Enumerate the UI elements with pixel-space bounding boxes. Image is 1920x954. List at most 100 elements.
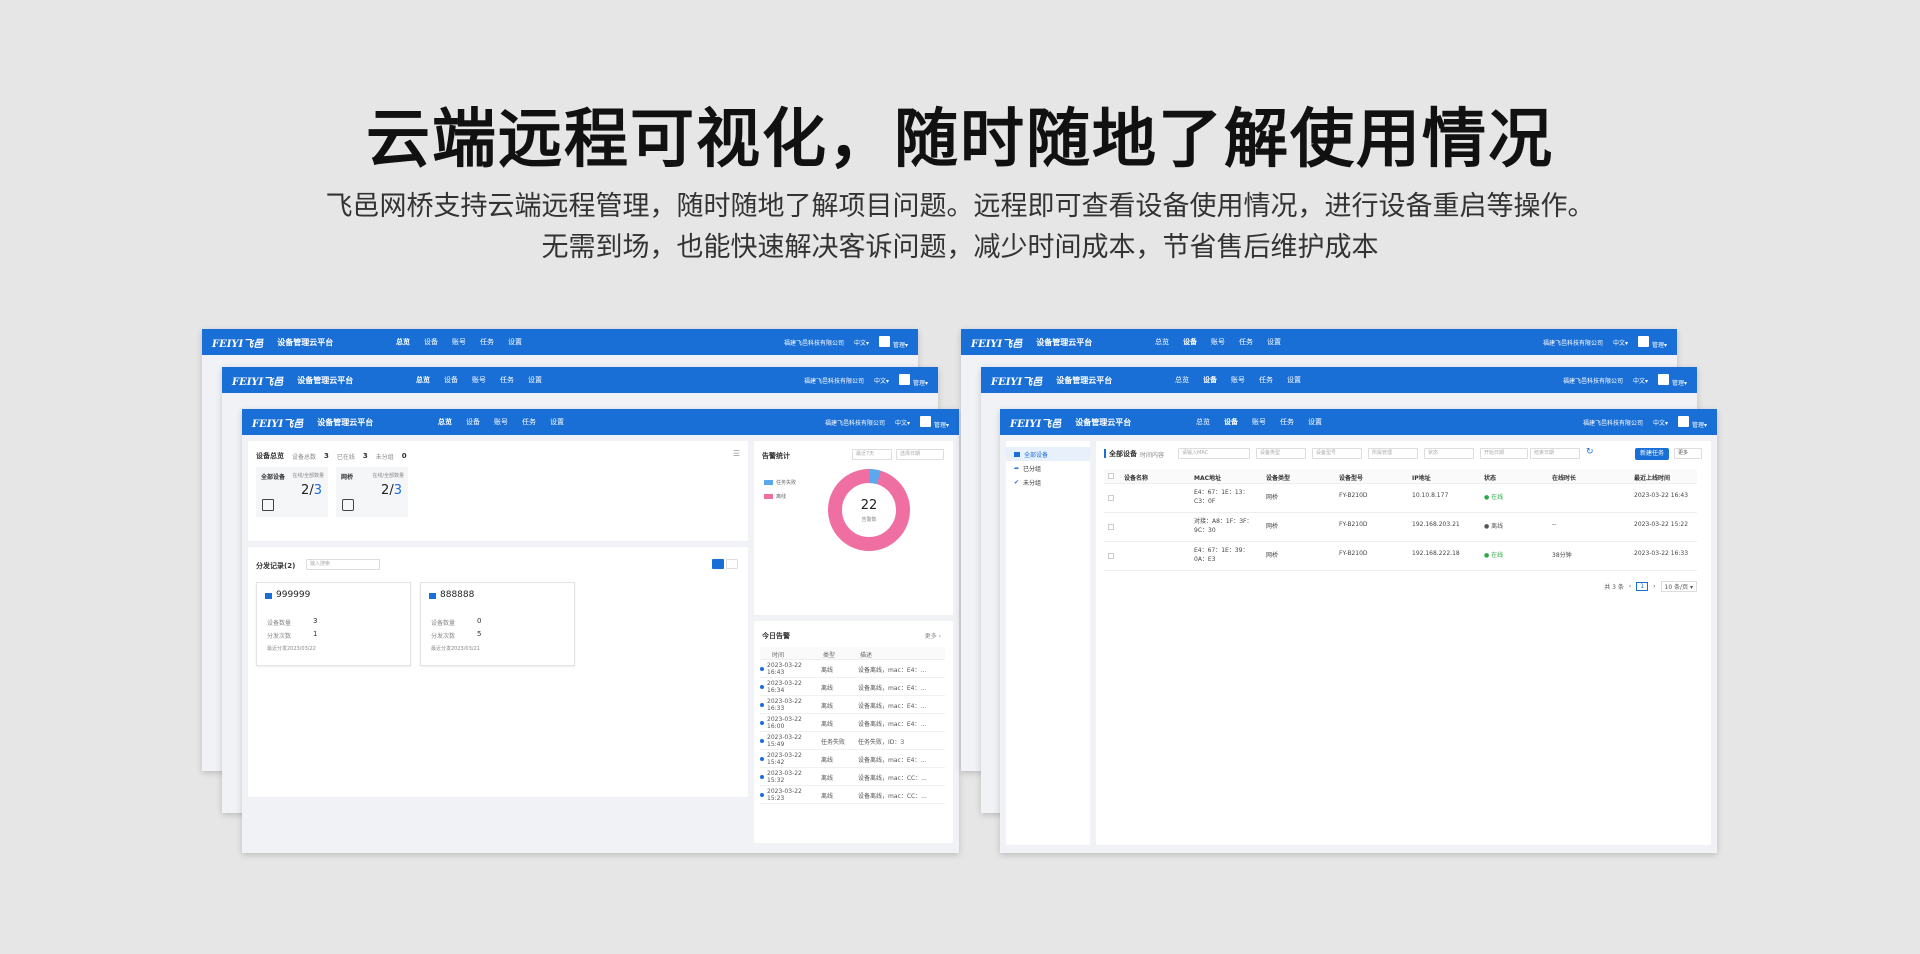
nav-overview[interactable]: 总览 (1196, 417, 1210, 427)
nav-accounts[interactable]: 账号 (1252, 417, 1266, 427)
mac-search-input[interactable]: 请输入MAC (1178, 448, 1250, 459)
alarm-total: 22 (860, 498, 878, 513)
pager-prev[interactable]: ‹ (1629, 583, 1631, 590)
today-alarms-panel: 今日告警 更多 › 时间 类型 描述 2023-03-22 16:43 离线 设备离… (754, 621, 953, 843)
pager-next[interactable]: › (1653, 583, 1655, 590)
alarm-range-select[interactable]: 最近7天 (852, 449, 892, 460)
nav-devices[interactable]: 设备 (1203, 375, 1217, 385)
nav-accounts[interactable]: 账号 (1211, 337, 1225, 347)
alarm-type: 离线 (821, 702, 834, 710)
device-card-bridge[interactable]: 网桥 在线/全部数量 2/3 (336, 467, 408, 517)
nav-tasks[interactable]: 任务 (1280, 417, 1294, 427)
language-select[interactable]: 中文▾ (854, 338, 869, 347)
alarm-row[interactable]: 2023-03-22 15:23 离线 设备离线，mac：CC：... (760, 787, 945, 804)
language-select[interactable]: 中文▾ (895, 418, 910, 427)
alarm-row[interactable]: 2023-03-22 15:42 离线 设备离线，mac：E4：... (760, 751, 945, 768)
nav-devices[interactable]: 设备 (1224, 417, 1238, 427)
user-menu[interactable]: 管理▾ (1637, 335, 1667, 349)
device-row[interactable]: 对接：A8：1F：3F：9C：30 网桥 FY-B210D 192.168.203.2… (1104, 513, 1697, 542)
row-checkbox[interactable] (1108, 495, 1114, 501)
alarm-date-picker[interactable]: 选择日期 (896, 449, 944, 460)
nav-accounts[interactable]: 账号 (1231, 375, 1245, 385)
check-icon: ✔ (1014, 478, 1020, 486)
user-menu[interactable]: 管理▾ (878, 335, 908, 349)
nav-settings[interactable]: 设置 (1308, 417, 1322, 427)
nav-accounts[interactable]: 账号 (452, 337, 466, 347)
nav-settings[interactable]: 设置 (550, 417, 564, 427)
nav-tasks[interactable]: 任务 (480, 337, 494, 347)
language-select[interactable]: 中文▾ (874, 376, 889, 385)
row-checkbox[interactable] (1108, 553, 1114, 559)
device-model-select[interactable]: 设备型号 (1312, 448, 1362, 459)
tab-all-devices[interactable]: 全部设备 (1109, 449, 1137, 459)
pager-current-page[interactable]: 1 (1636, 582, 1649, 591)
group-name: 888888 (440, 590, 475, 600)
sidebar-item-grouped[interactable]: ➦ 已分组 (1006, 461, 1090, 475)
nav-accounts[interactable]: 账号 (472, 375, 486, 385)
more-button[interactable]: 更多 (1674, 448, 1702, 459)
device-overview-panel: 设备总览 设备总数 3 已在线 3 未分组 0 ☰ 全部设备 在线/全部数量 2/3 … (248, 441, 748, 541)
status-select[interactable]: 状态 (1424, 448, 1474, 459)
alarm-time: 2023-03-22 15:32 (767, 770, 802, 784)
device-ip: 192.168.222.18 (1412, 550, 1460, 557)
nav-overview[interactable]: 总览 (416, 375, 430, 385)
alarm-row[interactable]: 2023-03-22 16:43 离线 设备离线，mac：E4：... (760, 661, 945, 678)
groups-search-input[interactable]: 输入搜索 (306, 559, 380, 570)
alarm-row[interactable]: 2023-03-22 16:33 离线 设备离线，mac：E4：... (760, 697, 945, 714)
sidebar-item-all-devices[interactable]: 全部设备 (1006, 447, 1090, 461)
list-view-button[interactable] (726, 559, 738, 569)
logo: FEIYI飞邑 (212, 338, 264, 350)
user-menu[interactable]: 管理▾ (1677, 415, 1707, 429)
server-icon (262, 499, 274, 511)
alarm-row[interactable]: 2023-03-22 16:00 离线 设备离线，mac：E4：... (760, 715, 945, 732)
refresh-icon[interactable]: ↻ (1586, 447, 1594, 457)
device-row[interactable]: E4：67：1E：39：0A：E3 网桥 FY-B210D 192.168.222.1… (1104, 542, 1697, 571)
nav-settings[interactable]: 设置 (1267, 337, 1281, 347)
user-menu[interactable]: 管理▾ (1657, 373, 1687, 387)
alarm-row[interactable]: 2023-03-22 16:34 离线 设备离线，mac：E4：... (760, 679, 945, 696)
user-menu[interactable]: 管理▾ (919, 415, 949, 429)
nav-overview[interactable]: 总览 (1175, 375, 1189, 385)
language-select[interactable]: 中文▾ (1653, 418, 1668, 427)
pager-size-select[interactable]: 10 条/页 ▾ (1660, 581, 1697, 592)
group-card-2[interactable]: 888888 设备数量 0 分发次数 5 最近分发2023/03/21 (420, 582, 575, 666)
nav-devices[interactable]: 设备 (1183, 337, 1197, 347)
nav-settings[interactable]: 设置 (528, 375, 542, 385)
device-type-select[interactable]: 设备类型 (1256, 448, 1306, 459)
list-icon[interactable]: ☰ (733, 449, 740, 458)
select-all-checkbox[interactable] (1108, 473, 1114, 479)
nav-tasks[interactable]: 任务 (1239, 337, 1253, 347)
alarm-row[interactable]: 2023-03-22 15:32 离线 设备离线，mac：CC：... (760, 769, 945, 786)
user-label: 管理▾ (1671, 379, 1687, 387)
nav-overview[interactable]: 总览 (438, 417, 452, 427)
nav-devices[interactable]: 设备 (424, 337, 438, 347)
group-card-1[interactable]: 999999 设备数量 3 分发次数 1 最近分发2023/03/22 (256, 582, 411, 666)
nav-tasks[interactable]: 任务 (522, 417, 536, 427)
group-dist-count: 1 (313, 630, 318, 638)
nav-settings[interactable]: 设置 (508, 337, 522, 347)
device-card-all[interactable]: 全部设备 在线/全部数量 2/3 (256, 467, 328, 517)
language-select[interactable]: 中文▾ (1613, 338, 1628, 347)
nav-devices[interactable]: 设备 (466, 417, 480, 427)
row-checkbox[interactable] (1108, 524, 1114, 530)
nav-tasks[interactable]: 任务 (1259, 375, 1273, 385)
alarm-row[interactable]: 2023-03-22 15:49 任务失败 任务失败，ID：3 (760, 733, 945, 750)
end-date-input[interactable]: 结束日期 (1530, 448, 1580, 459)
device-row[interactable]: E4：67：1E：13：C3：0F 网桥 FY-B210D 10.10.8.177 ● … (1104, 484, 1697, 513)
nav-overview[interactable]: 总览 (396, 337, 410, 347)
sidebar-item-ungrouped[interactable]: ✔ 未分组 (1006, 475, 1090, 489)
owner-select[interactable]: 所属管理 (1368, 448, 1418, 459)
nav-devices[interactable]: 设备 (444, 375, 458, 385)
nav-settings[interactable]: 设置 (1287, 375, 1301, 385)
nav-tasks[interactable]: 任务 (500, 375, 514, 385)
grid-view-button[interactable] (712, 559, 724, 569)
device-mac: E4：67：1E：13：C3：0F (1194, 489, 1249, 505)
user-menu[interactable]: 管理▾ (898, 373, 928, 387)
new-task-button[interactable]: 新建任务 (1635, 448, 1669, 460)
nav-accounts[interactable]: 账号 (494, 417, 508, 427)
device-uptime: 38分钟 (1552, 552, 1572, 559)
language-select[interactable]: 中文▾ (1633, 376, 1648, 385)
today-more-link[interactable]: 更多 › (925, 631, 941, 640)
start-date-input[interactable]: 开始日期 (1480, 448, 1528, 459)
nav-overview[interactable]: 总览 (1155, 337, 1169, 347)
